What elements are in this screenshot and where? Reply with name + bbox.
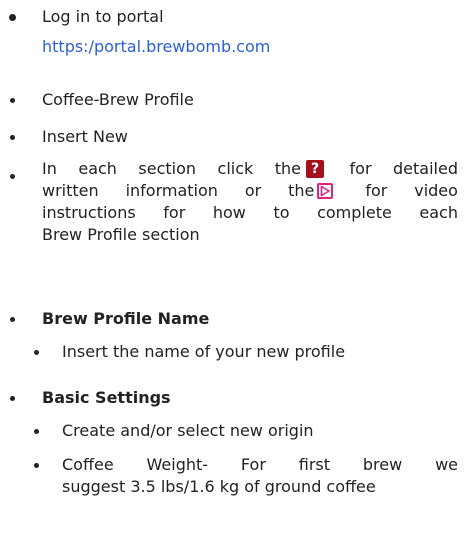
- word: first: [298, 455, 331, 474]
- word: we: [435, 455, 458, 474]
- word: In: [42, 159, 57, 178]
- step-insert-new: Insert New: [42, 127, 128, 146]
- word: video: [414, 181, 458, 200]
- word: how: [212, 203, 246, 222]
- word-with-icon: the: [288, 180, 338, 202]
- bullet: [10, 98, 15, 103]
- word: For: [240, 455, 266, 474]
- bullet: [10, 135, 15, 140]
- word: section: [138, 159, 197, 178]
- word: for: [365, 181, 388, 200]
- word: to: [273, 203, 290, 222]
- help-line-4: Brew Profile section: [42, 224, 458, 246]
- help-line-2: written information or the for video: [42, 180, 458, 202]
- video-play-icon[interactable]: [316, 182, 334, 200]
- word: information: [125, 181, 218, 200]
- word: brew: [362, 455, 403, 474]
- bullet: [10, 396, 15, 401]
- word: detailed: [393, 159, 458, 178]
- help-line-3: instructions for how to complete each: [42, 202, 458, 224]
- coffee-weight-line-1: Coffee Weight- For first brew we: [62, 454, 458, 476]
- word: each: [78, 159, 117, 178]
- bullet: [10, 317, 15, 322]
- sub-bullet: [34, 350, 39, 355]
- word-with-icon: the ?: [275, 158, 328, 180]
- section-heading-basic-settings: Basic Settings: [42, 388, 171, 407]
- word: suggest 3.5 lbs/1.6 kg of ground coffee: [62, 477, 376, 496]
- word: click: [217, 159, 254, 178]
- word: complete: [317, 203, 392, 222]
- basic-settings-item-origin: Create and/or select new origin: [62, 421, 314, 440]
- word: for: [349, 159, 372, 178]
- basic-settings-item-coffee-weight: Coffee Weight- For first brew we suggest…: [62, 454, 458, 498]
- word: the: [274, 159, 302, 178]
- word: for: [163, 203, 186, 222]
- brew-profile-name-item: Insert the name of your new profile: [62, 342, 346, 361]
- sub-bullet: [34, 463, 39, 468]
- step-coffee-brew-profile: Coffee-Brew Profile: [42, 90, 194, 109]
- bullet: [10, 174, 15, 179]
- help-paragraph: In each section click the ? for detailed…: [42, 158, 458, 246]
- help-question-icon[interactable]: ?: [306, 160, 325, 178]
- portal-link[interactable]: https:/portal.brewbomb.com: [42, 36, 270, 58]
- word: Coffee: [62, 455, 114, 474]
- word: the: [288, 181, 315, 200]
- step-login: Log in to portal: [42, 7, 164, 26]
- word: instructions: [42, 203, 136, 222]
- word: Brew Profile section: [42, 225, 200, 244]
- word: or: [244, 181, 262, 200]
- help-line-1: In each section click the ? for detailed: [42, 158, 458, 180]
- section-heading-brew-profile-name: Brew Profile Name: [42, 309, 210, 328]
- coffee-weight-line-2: suggest 3.5 lbs/1.6 kg of ground coffee: [62, 476, 458, 498]
- sub-bullet: [34, 429, 39, 434]
- word: Weight-: [146, 455, 209, 474]
- word: written: [42, 181, 99, 200]
- bullet: [9, 14, 16, 21]
- word: each: [419, 203, 458, 222]
